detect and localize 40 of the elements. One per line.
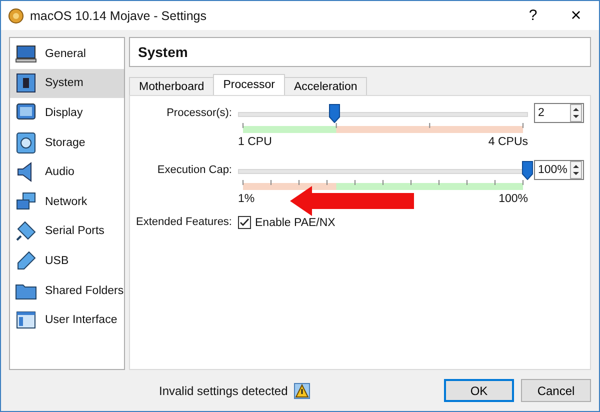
app-icon: [8, 8, 24, 24]
slider-label: Execution Cap:: [156, 162, 232, 178]
sidebar-item[interactable]: Audio: [10, 157, 124, 187]
max-label: 100%: [498, 193, 528, 205]
warning-icon[interactable]: [294, 382, 310, 398]
checkbox[interactable]: Enable PAE/NX: [238, 216, 528, 229]
section-header: System: [129, 37, 591, 67]
spin-box[interactable]: 2: [534, 103, 584, 123]
monitor-icon: [15, 42, 37, 65]
sidebar-item[interactable]: Network: [10, 186, 124, 217]
spin-arrows-icon: [570, 161, 582, 179]
sidebar-item[interactable]: Display: [10, 98, 124, 128]
window-title: macOS 10.14 Mojave - Settings: [30, 8, 208, 22]
checkbox-box[interactable]: [238, 216, 251, 229]
sidebar-item[interactable]: Serial Ports: [10, 216, 124, 246]
dialog-button[interactable]: Cancel: [521, 379, 591, 402]
sidebar-item[interactable]: Storage: [10, 128, 124, 158]
tab[interactable]: Motherboard: [129, 77, 214, 95]
tab[interactable]: Acceleration: [284, 77, 368, 95]
dialog-button[interactable]: OK: [444, 379, 514, 402]
sidebar-item[interactable]: User Interface: [10, 305, 124, 335]
spin-box[interactable]: 100%: [534, 160, 584, 180]
spin-arrows-icon: [570, 104, 582, 122]
window-icon: [15, 309, 37, 332]
status-text: Invalid settings detected: [159, 384, 288, 398]
close-button[interactable]: ×: [553, 1, 599, 30]
slider-thumb[interactable]: [328, 104, 340, 122]
slider-label: Processor(s):: [166, 106, 232, 120]
arrow-icon: [290, 186, 414, 216]
min-label: 1 CPU: [238, 136, 272, 148]
max-label: 4 CPUs: [488, 136, 528, 148]
sidebar-item[interactable]: Shared Folders: [10, 276, 124, 306]
min-label: 1%: [238, 193, 255, 205]
sidebar-item[interactable]: General: [10, 39, 124, 69]
chip-icon: [15, 72, 37, 94]
help-button[interactable]: ?: [513, 1, 553, 30]
sidebar-item[interactable]: System: [10, 68, 124, 98]
tab[interactable]: Processor: [213, 74, 285, 95]
sidebar-item[interactable]: USB: [10, 246, 124, 276]
field-label: Extended Features:: [134, 215, 232, 230]
